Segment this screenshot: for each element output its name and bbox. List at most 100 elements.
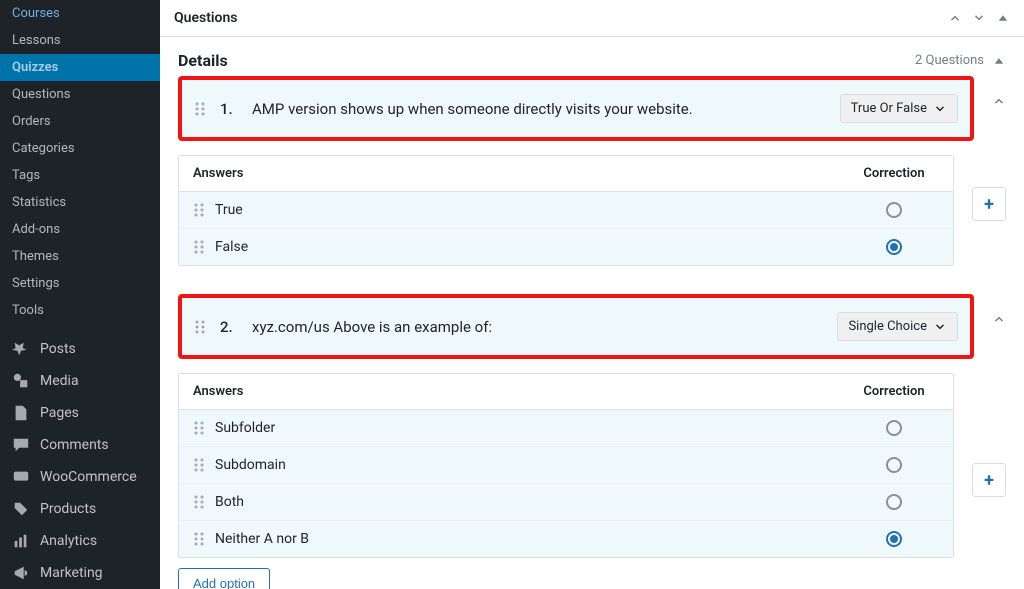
sidebar-item-comments[interactable]: Comments [0, 429, 160, 461]
answers-table: Answers Correction True False [178, 155, 954, 266]
chevron-down-icon [933, 102, 947, 116]
sidebar-item-label: WooCommerce [40, 469, 137, 485]
sidebar-item-posts[interactable]: Posts [0, 333, 160, 365]
correction-radio[interactable] [886, 457, 902, 473]
chevron-up-icon [992, 312, 1006, 326]
drag-handle-icon[interactable] [193, 457, 205, 473]
sidebar-item-orders[interactable]: Orders [0, 108, 160, 135]
answer-text[interactable]: True [215, 202, 849, 218]
question-type-label: Single Choice [848, 319, 927, 334]
comment-icon [12, 436, 30, 454]
answer-row: Subdomain [179, 447, 953, 484]
answer-row: Subfolder [179, 410, 953, 447]
answer-text[interactable]: Subfolder [215, 420, 849, 436]
question-text[interactable]: xyz.com/us Above is an example of: [252, 318, 823, 336]
plus-icon: + [984, 194, 994, 215]
megaphone-icon [12, 564, 30, 582]
page-icon [12, 404, 30, 422]
answers-header: Answers Correction [179, 374, 953, 410]
drag-handle-icon[interactable] [193, 494, 205, 510]
correction-col-label: Correction [849, 166, 939, 181]
correction-radio[interactable] [886, 531, 902, 547]
sidebar-item-categories[interactable]: Categories [0, 135, 160, 162]
chevron-up-icon [992, 94, 1006, 108]
answer-text[interactable]: Both [215, 494, 849, 510]
drag-handle-icon[interactable] [193, 239, 205, 255]
sidebar-item-marketing[interactable]: Marketing [0, 557, 160, 589]
question-number: 2. [220, 318, 238, 336]
add-option-button[interactable]: Add option [178, 568, 270, 589]
add-answer-button[interactable]: + [972, 187, 1006, 221]
sidebar-item-products[interactable]: Products [0, 493, 160, 525]
sidebar-item-quizzes[interactable]: Quizzes [0, 54, 160, 81]
sidebar-item-pages[interactable]: Pages [0, 397, 160, 429]
drag-handle-icon[interactable] [193, 531, 205, 547]
drag-handle-icon[interactable] [193, 202, 205, 218]
sidebar-item-label: Media [40, 373, 79, 389]
answer-text[interactable]: Subdomain [215, 457, 849, 473]
details-label: Details [178, 51, 228, 70]
drag-handle-icon[interactable] [194, 319, 206, 335]
answers-table: Answers Correction Subfolder [178, 373, 954, 558]
sidebar-item-lessons[interactable]: Lessons [0, 27, 160, 54]
collapse-toggle[interactable] [992, 294, 1006, 326]
question-number: 1. [220, 100, 238, 118]
sidebar-item-label: Analytics [40, 533, 97, 549]
answers-wrap: Answers Correction Subfolder [178, 373, 1006, 589]
sidebar-item-addons[interactable]: Add-ons [0, 216, 160, 243]
question-header: 2. xyz.com/us Above is an example of: Si… [178, 294, 974, 359]
sidebar-item-label: Comments [40, 437, 109, 453]
question-text[interactable]: AMP version shows up when someone direct… [252, 100, 826, 118]
question-type-label: True Or False [851, 101, 927, 116]
sidebar-item-label: Posts [40, 341, 76, 357]
answer-row: Neither A nor B [179, 521, 953, 557]
correction-radio[interactable] [886, 239, 902, 255]
chart-icon [12, 532, 30, 550]
question-type-dropdown[interactable]: Single Choice [837, 312, 958, 341]
drag-handle-icon[interactable] [193, 420, 205, 436]
question-header: 1. AMP version shows up when someone dir… [178, 76, 974, 141]
sidebar-item-tags[interactable]: Tags [0, 162, 160, 189]
pin-icon [12, 340, 30, 358]
correction-radio[interactable] [886, 494, 902, 510]
sidebar-item-label: Marketing [40, 565, 103, 581]
sidebar-item-statistics[interactable]: Statistics [0, 189, 160, 216]
questions-panel: Questions Details 2 Questions [160, 0, 1024, 589]
sidebar-item-label: Pages [40, 405, 79, 421]
answer-text[interactable]: False [215, 239, 849, 255]
answers-col-label: Answers [193, 166, 849, 181]
collapse-toggle[interactable] [992, 76, 1006, 108]
answer-row: Both [179, 484, 953, 521]
correction-radio[interactable] [886, 202, 902, 218]
drag-handle-icon[interactable] [194, 101, 206, 117]
product-icon [12, 500, 30, 518]
answers-wrap: Answers Correction True False [178, 155, 1006, 266]
main-content: Questions Details 2 Questions [160, 0, 1024, 589]
media-icon [12, 372, 30, 390]
question-count-text: 2 Questions [915, 53, 984, 68]
chevron-down-icon[interactable] [972, 11, 986, 25]
caret-up-icon[interactable] [996, 11, 1010, 25]
sidebar-item-analytics[interactable]: Analytics [0, 525, 160, 557]
sidebar-item-woocommerce[interactable]: WooCommerce [0, 461, 160, 493]
add-answer-button[interactable]: + [972, 463, 1006, 497]
details-row: Details 2 Questions [178, 51, 1006, 70]
sidebar-item-settings[interactable]: Settings [0, 270, 160, 297]
panel-header: Questions [160, 0, 1024, 37]
correction-radio[interactable] [886, 420, 902, 436]
question-count: 2 Questions [915, 53, 1006, 68]
question-type-dropdown[interactable]: True Or False [840, 94, 958, 123]
question-block: 1. AMP version shows up when someone dir… [178, 76, 1006, 266]
caret-up-icon[interactable] [992, 54, 1006, 68]
correction-col-label: Correction [849, 384, 939, 399]
panel-title: Questions [174, 10, 237, 26]
admin-sidebar: Courses Lessons Quizzes Questions Orders… [0, 0, 160, 589]
answer-text[interactable]: Neither A nor B [215, 531, 849, 547]
chevron-up-icon[interactable] [948, 11, 962, 25]
sidebar-item-tools[interactable]: Tools [0, 297, 160, 324]
sidebar-item-courses[interactable]: Courses [0, 0, 160, 27]
sidebar-item-questions[interactable]: Questions [0, 81, 160, 108]
answers-header: Answers Correction [179, 156, 953, 192]
sidebar-item-media[interactable]: Media [0, 365, 160, 397]
sidebar-item-themes[interactable]: Themes [0, 243, 160, 270]
